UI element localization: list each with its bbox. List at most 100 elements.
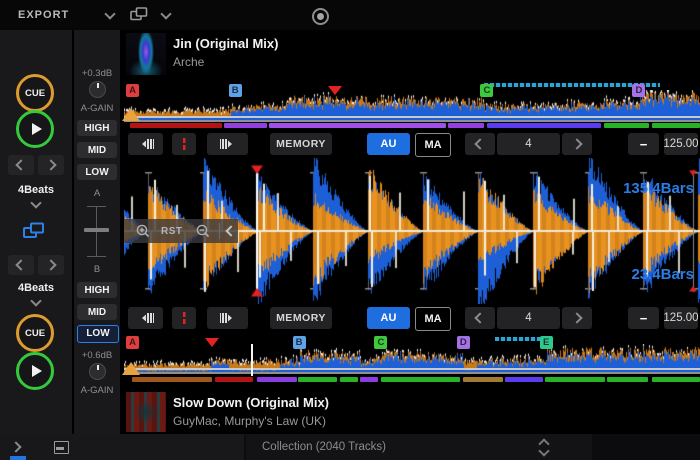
- beat-jump-increase-button[interactable]: [562, 307, 592, 329]
- layout-switcher-icon[interactable]: [130, 7, 148, 27]
- fader-cap-bottom: [87, 256, 106, 257]
- manual-button[interactable]: MA: [415, 307, 451, 331]
- browser-panel-icon[interactable]: [54, 441, 69, 454]
- grid-shift-left-button[interactable]: [128, 307, 163, 329]
- deck-b-overview-waveform[interactable]: A B C D E: [124, 336, 700, 388]
- deck-b-bars-remaining: 23.4Bars: [631, 266, 694, 283]
- phrase-segment: [448, 123, 484, 128]
- manual-button[interactable]: MA: [415, 133, 451, 157]
- deck-a-play-button[interactable]: [16, 110, 54, 148]
- deck-b-beats-chevron-icon[interactable]: [30, 295, 41, 306]
- deck-b-gain-knob[interactable]: [89, 363, 106, 380]
- deck-a-beats-chevron-icon[interactable]: [30, 197, 41, 208]
- deck-b-phrase-strip: [124, 377, 700, 382]
- phrase-segment: [224, 123, 267, 128]
- phrase-segment: [130, 123, 222, 128]
- deck-a-track-artist: Arche: [173, 55, 204, 69]
- record-icon[interactable]: [312, 8, 329, 25]
- deck-b-play-button[interactable]: [16, 352, 54, 390]
- fader-cap-top: [87, 206, 106, 207]
- hot-cue-marker-A[interactable]: A: [126, 84, 139, 97]
- grid-shift-right-button[interactable]: [207, 133, 248, 155]
- tempo-minus-button[interactable]: −: [628, 307, 659, 329]
- deck-a-beats-selector[interactable]: 4Beats: [0, 184, 72, 196]
- deck-a-bars-remaining: 135.4Bars: [623, 180, 694, 197]
- deck-b-eq-high-button[interactable]: HIGH: [77, 282, 117, 298]
- crossfader-handle[interactable]: [84, 228, 109, 232]
- phrase-segment: [545, 377, 605, 382]
- layout-dropdown-chevron-icon[interactable]: [160, 8, 171, 19]
- grid-marker-button[interactable]: [172, 307, 196, 329]
- zoom-reset-button[interactable]: RST: [161, 226, 183, 237]
- deck-a-gain-knob[interactable]: [89, 81, 106, 98]
- phrase-segment: [463, 377, 503, 382]
- auto-beat-sync-button[interactable]: AU: [367, 307, 410, 329]
- hot-cue-marker-B[interactable]: B: [229, 84, 242, 97]
- zoom-in-icon[interactable]: [136, 224, 150, 238]
- hot-cue-marker-D[interactable]: D: [632, 84, 645, 97]
- hot-cue-marker-C[interactable]: C: [374, 336, 387, 349]
- hot-cue-marker-D[interactable]: D: [457, 336, 470, 349]
- mixer-column: +0.3dB A-GAIN HIGH MID LOW A B HIGH MID …: [74, 30, 120, 434]
- overview-baseline: [124, 368, 700, 370]
- link-icon[interactable]: [23, 222, 45, 245]
- zoomed-waveform-panel[interactable]: 135.4Bars 23.4Bars RST: [124, 158, 700, 304]
- deck-b-gain-label: A-GAIN: [74, 385, 120, 396]
- rekordbox-window: EXPORT CUE 4Beats 4Beats: [0, 0, 700, 460]
- chevron-left-icon: [15, 159, 26, 170]
- deck-b-eq-low-button[interactable]: LOW: [77, 325, 119, 343]
- zoom-out-icon[interactable]: [196, 224, 210, 238]
- chevron-right-icon: [571, 312, 582, 323]
- deck-b-toolbar: MEMORY AU MA 4 − 125.00: [124, 306, 700, 330]
- beat-jump-value-field[interactable]: 4: [497, 133, 560, 155]
- deck-main-area: Jin (Original Mix) Arche A B C D MEMORY AU: [124, 30, 700, 434]
- expand-panel-icon[interactable]: [10, 441, 21, 452]
- deck-a-toolbar: MEMORY AU MA 4 − 125.00: [124, 132, 700, 156]
- deck-b-bpm-field[interactable]: 125.00: [664, 307, 698, 329]
- deck-a-gain-label: A-GAIN: [74, 103, 120, 114]
- grid-shift-left-button[interactable]: [128, 133, 163, 155]
- deck-a-bpm-field[interactable]: 125.00: [664, 133, 698, 155]
- deck-b-album-art: [126, 392, 166, 432]
- export-mode-label[interactable]: EXPORT: [18, 9, 69, 21]
- deck-a-eq-mid-button[interactable]: MID: [77, 142, 117, 158]
- hot-cue-marker-B[interactable]: B: [293, 336, 306, 349]
- hot-cue-marker-E[interactable]: E: [540, 336, 553, 349]
- play-icon: [32, 123, 42, 135]
- collapse-zoom-controls-icon[interactable]: [225, 225, 236, 236]
- phrase-segment: [607, 377, 648, 382]
- phrase-segment: [652, 123, 700, 128]
- export-dropdown-chevron-icon[interactable]: [104, 8, 115, 19]
- deck-b-beat-jump-fwd-button[interactable]: [38, 255, 64, 275]
- deck-b-beats-selector[interactable]: 4Beats: [0, 282, 72, 294]
- grid-shift-right-button[interactable]: [207, 307, 248, 329]
- dual-window-icon: [130, 7, 148, 22]
- play-icon: [32, 365, 42, 377]
- hot-cue-marker-A[interactable]: A: [126, 336, 139, 349]
- beat-jump-value-field[interactable]: 4: [497, 307, 560, 329]
- chevron-right-icon: [45, 159, 56, 170]
- deck-a-eq-low-button[interactable]: LOW: [77, 164, 117, 180]
- beat-jump-decrease-button[interactable]: [465, 133, 495, 155]
- memory-button[interactable]: MEMORY: [270, 307, 332, 329]
- deck-a-beat-jump-fwd-button[interactable]: [38, 155, 64, 175]
- tempo-minus-button[interactable]: −: [628, 133, 659, 155]
- top-bar: EXPORT: [0, 0, 700, 31]
- deck-a-cue-button[interactable]: CUE: [16, 74, 54, 112]
- memory-button[interactable]: MEMORY: [270, 133, 332, 155]
- beat-jump-decrease-button[interactable]: [465, 307, 495, 329]
- sort-down-icon[interactable]: [538, 445, 549, 456]
- beat-jump-increase-button[interactable]: [562, 133, 592, 155]
- hot-cue-marker-C[interactable]: C: [480, 84, 493, 97]
- deck-b-beat-jump-back-button[interactable]: [8, 255, 34, 275]
- deck-a-overview-waveform[interactable]: A B C D: [124, 84, 700, 130]
- deck-a-eq-high-button[interactable]: HIGH: [77, 120, 117, 136]
- auto-beat-sync-button[interactable]: AU: [367, 133, 410, 155]
- deck-a-track-title: Jin (Original Mix): [173, 36, 278, 51]
- deck-a-beat-jump-back-button[interactable]: [8, 155, 34, 175]
- deck-b-cue-button[interactable]: CUE: [16, 314, 54, 352]
- deck-b-eq-mid-button[interactable]: MID: [77, 304, 117, 320]
- chevron-right-icon: [45, 259, 56, 270]
- grid-marker-button[interactable]: [172, 133, 196, 155]
- deck-a-album-art: [126, 33, 166, 75]
